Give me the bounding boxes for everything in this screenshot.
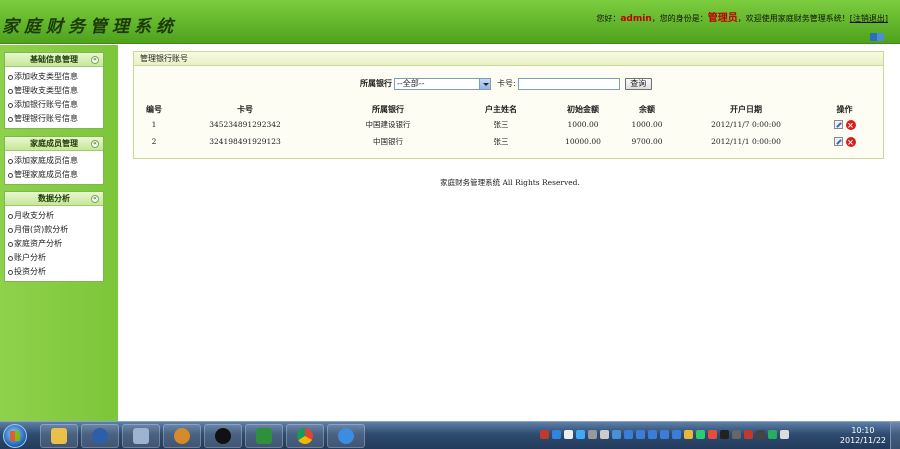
tray-icon[interactable] <box>732 430 741 439</box>
col-actions: 操作 <box>836 104 853 114</box>
chrome-task-icon[interactable] <box>286 424 324 448</box>
user-role: 管理员 <box>707 13 738 24</box>
tray-icon[interactable] <box>672 430 681 439</box>
delete-icon[interactable]: × <box>845 136 856 147</box>
tray-icon[interactable] <box>576 430 585 439</box>
show-desktop-button[interactable] <box>890 422 900 449</box>
sidebar-item-add-member[interactable]: 添加家庭成员信息 <box>5 154 103 168</box>
explorer-task-icon[interactable] <box>40 424 78 448</box>
editor-task-icon[interactable] <box>245 424 283 448</box>
page-footer: 家庭财务管理系统 All Rights Reserved. <box>440 178 580 187</box>
clock-time: 10:10 <box>851 426 875 435</box>
collapse-icon[interactable]: « <box>91 195 99 203</box>
tray-icon[interactable] <box>756 430 765 439</box>
sidebar-group-title[interactable]: 数据分析 « <box>5 192 103 206</box>
sidebar-group-analysis: 数据分析 « 月收支分析 月借(贷)款分析 家庭资产分析 账户分析 投资分析 <box>4 191 104 282</box>
sidebar-group-title[interactable]: 家庭成员管理 « <box>5 137 103 151</box>
tray-icon[interactable] <box>708 430 717 439</box>
delete-icon[interactable]: × <box>845 119 856 130</box>
tray-icon[interactable] <box>552 430 561 439</box>
sidebar-item-accounts[interactable]: 账户分析 <box>5 251 103 265</box>
tray-icon[interactable] <box>540 430 549 439</box>
query-button[interactable]: 查询 <box>624 77 652 90</box>
tray-icon[interactable] <box>636 430 645 439</box>
search-row: 所属银行 --全部-- 卡号: 查询 <box>360 77 652 90</box>
tray-icon[interactable] <box>660 430 669 439</box>
bank-account-table: 编号 卡号 所属银行 户主姓名 初始金额 余额 开户日期 操作 1 345234… <box>143 102 876 150</box>
system-tray <box>540 430 789 439</box>
sidebar-group-family: 家庭成员管理 « 添加家庭成员信息 管理家庭成员信息 <box>4 136 104 185</box>
tray-icon[interactable] <box>612 430 621 439</box>
col-initial: 初始金额 <box>567 104 599 114</box>
network-icon[interactable] <box>768 430 777 439</box>
sidebar-group-basic: 基础信息管理 « 添加收支类型信息 管理收支类型信息 添加银行账号信息 管理银行… <box>4 52 104 129</box>
col-id: 编号 <box>146 104 162 114</box>
edit-icon[interactable] <box>833 137 843 146</box>
tray-icon[interactable] <box>684 430 693 439</box>
taskbar: 10:10 2012/11/22 <box>0 421 900 449</box>
sidebar-item-add-type[interactable]: 添加收支类型信息 <box>5 70 103 84</box>
sidebar-item-add-bank[interactable]: 添加银行账号信息 <box>5 98 103 112</box>
collapse-icon[interactable]: « <box>91 56 99 64</box>
volume-icon[interactable] <box>780 430 789 439</box>
collapse-icon[interactable]: « <box>91 140 99 148</box>
sidebar-item-manage-bank[interactable]: 管理银行账号信息 <box>5 112 103 126</box>
edit-icon[interactable] <box>833 120 843 129</box>
col-bank: 所属银行 <box>372 104 404 114</box>
table-row: 1 345234891292342 中国建设银行 张三 1000.00 1000… <box>151 119 856 130</box>
welcome-bar: 您好：admin，您的身份是：管理员，欢迎使用家庭财务管理系统！[注销退出] <box>596 13 888 24</box>
clock-date: 2012/11/22 <box>839 436 886 445</box>
tray-icon[interactable] <box>624 430 633 439</box>
username: admin <box>620 14 652 24</box>
sidebar-item-investment[interactable]: 投资分析 <box>5 265 103 279</box>
bank-label: 所属银行 <box>360 79 392 88</box>
col-owner: 户主姓名 <box>485 104 517 114</box>
chevron-down-icon[interactable] <box>479 78 490 89</box>
ie-task-icon[interactable] <box>327 424 365 448</box>
panel-title: 管理银行账号 <box>134 52 883 66</box>
tray-icon[interactable] <box>600 430 609 439</box>
tray-icon[interactable] <box>648 430 657 439</box>
sidebar-group-title[interactable]: 基础信息管理 « <box>5 53 103 67</box>
tray-icon[interactable] <box>696 430 705 439</box>
col-balance: 余额 <box>639 104 655 114</box>
nav-arrows-icon[interactable] <box>870 33 884 41</box>
tray-icon[interactable] <box>564 430 573 439</box>
clock[interactable]: 10:10 2012/11/22 <box>840 426 886 446</box>
col-card: 卡号 <box>237 104 253 114</box>
start-button-icon[interactable] <box>3 424 27 448</box>
main-content: 管理银行账号 所属银行 --全部-- 卡号: 查询 编号 卡号 所属银行 户主姓… <box>120 45 900 421</box>
sidebar-item-monthly-loan[interactable]: 月借(贷)款分析 <box>5 223 103 237</box>
tray-icon[interactable] <box>720 430 729 439</box>
bank-account-panel: 管理银行账号 所属银行 --全部-- 卡号: 查询 编号 卡号 所属银行 户主姓… <box>133 51 884 159</box>
sidebar-item-monthly-income[interactable]: 月收支分析 <box>5 209 103 223</box>
tray-icon[interactable] <box>744 430 753 439</box>
network-task-icon[interactable] <box>122 424 160 448</box>
card-label: 卡号: <box>497 79 516 88</box>
app-logo: 家庭财务管理系统 <box>2 17 178 37</box>
col-open-date: 开户日期 <box>730 104 762 114</box>
logout-link[interactable]: [注销退出] <box>850 14 888 23</box>
sidebar-item-assets[interactable]: 家庭资产分析 <box>5 237 103 251</box>
tray-icon[interactable] <box>588 430 597 439</box>
sidebar: 基础信息管理 « 添加收支类型信息 管理收支类型信息 添加银行账号信息 管理银行… <box>0 45 118 421</box>
table-header-row: 编号 卡号 所属银行 户主姓名 初始金额 余额 开户日期 操作 <box>143 102 876 116</box>
paint-task-icon[interactable] <box>163 424 201 448</box>
sidebar-item-manage-member[interactable]: 管理家庭成员信息 <box>5 168 103 182</box>
app-header: 家庭财务管理系统 您好：admin，您的身份是：管理员，欢迎使用家庭财务管理系统… <box>0 0 900 44</box>
table-row: 2 324198491929123 中国银行 张三 10000.00 9700.… <box>151 136 856 147</box>
qq-task-icon[interactable] <box>204 424 242 448</box>
bank-select[interactable]: --全部-- <box>394 77 491 90</box>
media-task-icon[interactable] <box>81 424 119 448</box>
card-number-input[interactable] <box>517 77 620 90</box>
sidebar-item-manage-type[interactable]: 管理收支类型信息 <box>5 84 103 98</box>
